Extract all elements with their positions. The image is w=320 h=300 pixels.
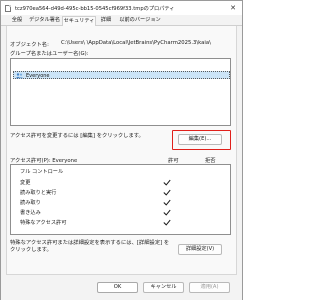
permission-read-execute: 読み取りと実行	[20, 190, 57, 196]
file-icon	[5, 5, 11, 12]
groups-label: グループ名またはユーザー名(G):	[10, 51, 89, 57]
close-button[interactable]: ✕	[227, 3, 239, 13]
cancel-button[interactable]: キャンセル	[143, 282, 184, 293]
user-name: Everyone	[26, 72, 50, 79]
allow-column-header: 許可	[168, 158, 179, 164]
title-bar[interactable]: tcz970ea564-d49d-495c-bb15-0545cf969f33.…	[1, 1, 242, 15]
check-icon	[163, 189, 171, 196]
check-icon	[163, 179, 171, 186]
tab-previous-versions[interactable]: 以前のバージョン	[117, 16, 163, 26]
permission-write: 書き込み	[20, 210, 41, 216]
edit-button[interactable]: 編集(E)...	[178, 134, 222, 145]
check-icon	[163, 209, 171, 216]
deny-column-header: 拒否	[205, 158, 216, 164]
users-listbox[interactable]: Everyone	[10, 58, 231, 126]
permissions-label: アクセス許可(P): Everyone	[10, 158, 78, 164]
permission-special: 特殊なアクセス許可	[20, 220, 67, 226]
permission-read: 読み取り	[20, 200, 41, 206]
tab-digital-signature[interactable]: デジタル署名	[28, 16, 61, 26]
properties-dialog: tcz970ea564-d49d-495c-bb15-0545cf969f33.…	[0, 0, 243, 300]
permission-modify: 変更	[20, 180, 31, 186]
list-item-everyone[interactable]: Everyone	[13, 71, 230, 79]
tab-details[interactable]: 詳細	[97, 16, 115, 26]
apply-button[interactable]: 適用(A)	[189, 282, 230, 293]
permissions-list: フル コントロール 変更 読み取りと実行 読み取り 書き込み 特殊なアクセス許可	[10, 164, 231, 235]
permission-full-control: フル コントロール	[20, 169, 64, 175]
tab-general[interactable]: 全般	[7, 16, 27, 26]
advanced-button[interactable]: 詳細設定(V)	[178, 244, 222, 255]
check-icon	[163, 199, 171, 206]
window-title: tcz970ea564-d49d-495c-bb15-0545cf969f33.…	[15, 6, 175, 12]
check-icon	[163, 219, 171, 226]
object-name-value: C:\Users\ \AppData\Local\JetBrains\PyCha…	[61, 40, 211, 46]
object-name-label: オブジェクト名:	[10, 42, 49, 48]
users-group-icon	[15, 73, 24, 79]
special-permissions-hint: 特殊なアクセス許可または詳細設定を表示するには、[詳細設定] をクリックします。	[10, 240, 170, 253]
tab-bar: 全般 デジタル署名 セキュリティ 詳細 以前のバージョン	[1, 15, 242, 27]
ok-button[interactable]: OK	[97, 282, 138, 293]
change-permissions-hint: アクセス許可を変更するには [編集] をクリックします。	[10, 133, 144, 139]
